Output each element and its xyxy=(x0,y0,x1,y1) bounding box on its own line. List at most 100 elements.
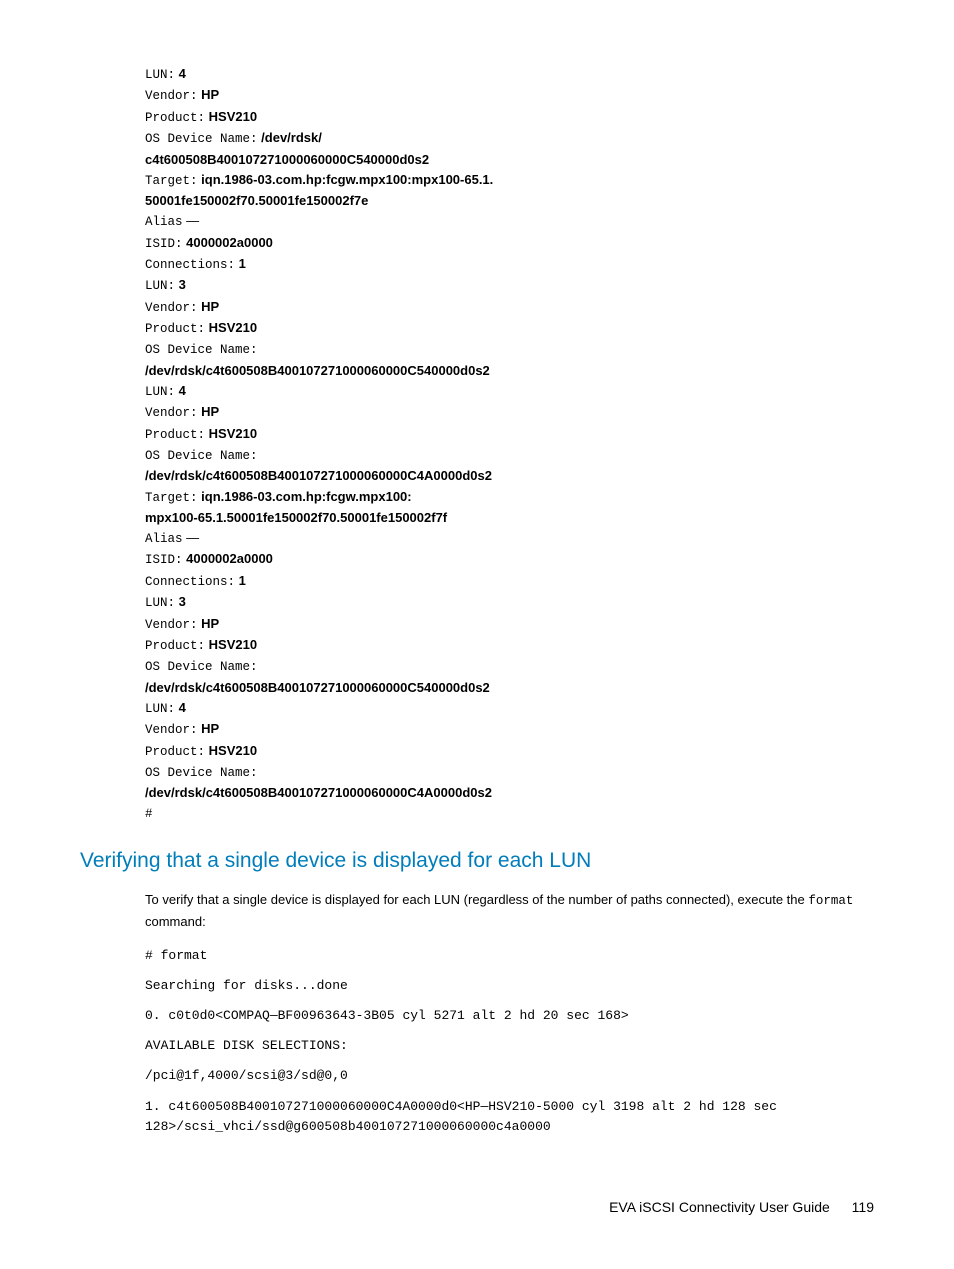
listing-line: Vendor: HP xyxy=(145,85,874,106)
listing-line: Connections: 1 xyxy=(145,254,874,275)
listing-label: LUN: xyxy=(145,596,175,610)
page-footer: EVA iSCSI Connectivity User Guide 119 xyxy=(80,1197,874,1219)
listing-value: HSV210 xyxy=(209,743,257,758)
listing-label: OS Device Name: xyxy=(145,132,258,146)
listing-label: LUN: xyxy=(145,702,175,716)
listing-label: Alias xyxy=(145,215,183,229)
listing-value: HSV210 xyxy=(209,109,257,124)
listing-label: Product: xyxy=(145,322,205,336)
listing-value: HP xyxy=(201,299,219,314)
listing-line: /dev/rdsk/c4t600508B400107271000060000C4… xyxy=(145,466,874,486)
listing-line: /dev/rdsk/c4t600508B400107271000060000C5… xyxy=(145,678,874,698)
listing-value: /dev/rdsk/ xyxy=(261,130,322,145)
listing-value: 4 xyxy=(179,700,186,715)
listing-value: 4000002a0000 xyxy=(186,551,273,566)
listing-line: LUN: 3 xyxy=(145,275,874,296)
listing-label: Connections: xyxy=(145,575,235,589)
listing-label: ISID: xyxy=(145,553,183,567)
listing-value: iqn.1986-03.com.hp:fcgw.mpx100: xyxy=(201,489,411,504)
listing-line: Target: iqn.1986-03.com.hp:fcgw.mpx100: xyxy=(145,487,874,508)
listing-line: Product: HSV210 xyxy=(145,318,874,339)
para-pre: To verify that a single device is displa… xyxy=(145,892,808,907)
listing-value: HP xyxy=(201,87,219,102)
listing-line: 50001fe150002f70.50001fe150002f7e xyxy=(145,191,874,211)
listing-line: LUN: 4 xyxy=(145,698,874,719)
listing-label: Target: xyxy=(145,491,198,505)
listing-value: HSV210 xyxy=(209,426,257,441)
listing-line: OS Device Name: /dev/rdsk/ xyxy=(145,128,874,149)
listing-line: /dev/rdsk/c4t600508B400107271000060000C5… xyxy=(145,361,874,381)
listing-line: ISID: 4000002a0000 xyxy=(145,549,874,570)
listing-value: 4 xyxy=(179,66,186,81)
listing-line: OS Device Name: xyxy=(145,445,874,466)
listing-label: Product: xyxy=(145,428,205,442)
listing-label: Product: xyxy=(145,111,205,125)
listing-label: Product: xyxy=(145,639,205,653)
listing-label: Vendor: xyxy=(145,618,198,632)
listing-value: /dev/rdsk/c4t600508B400107271000060000C5… xyxy=(145,363,490,378)
code-line: AVAILABLE DISK SELECTIONS: xyxy=(145,1036,874,1056)
listing-label: # xyxy=(145,807,153,821)
code-line: Searching for disks...done xyxy=(145,976,874,996)
listing-label: ISID: xyxy=(145,237,183,251)
listing-label: OS Device Name: xyxy=(145,766,258,780)
listing-value: c4t600508B400107271000060000C540000d0s2 xyxy=(145,152,429,167)
listing-line: Product: HSV210 xyxy=(145,635,874,656)
listing-label: Product: xyxy=(145,745,205,759)
listing-line: OS Device Name: xyxy=(145,656,874,677)
listing-line: /dev/rdsk/c4t600508B400107271000060000C4… xyxy=(145,783,874,803)
format-output: # formatSearching for disks...done0. c0t… xyxy=(145,946,874,1137)
listing-line: Connections: 1 xyxy=(145,571,874,592)
listing-line: Vendor: HP xyxy=(145,297,874,318)
code-line: 1. c4t600508B400107271000060000C4A0000d0… xyxy=(145,1097,874,1137)
listing-label: Alias xyxy=(145,532,183,546)
listing-value: HP xyxy=(201,721,219,736)
listing-label: OS Device Name: xyxy=(145,449,258,463)
para-post: command: xyxy=(145,914,206,929)
listing-line: OS Device Name: xyxy=(145,762,874,783)
listing-label: Vendor: xyxy=(145,301,198,315)
listing-value: HP xyxy=(201,404,219,419)
section-paragraph: To verify that a single device is displa… xyxy=(145,890,874,932)
listing-line: LUN: 3 xyxy=(145,592,874,613)
listing-label: LUN: xyxy=(145,279,175,293)
listing-value: /dev/rdsk/c4t600508B400107271000060000C5… xyxy=(145,680,490,695)
listing-value: HP xyxy=(201,616,219,631)
listing-line: Alias — xyxy=(145,528,874,549)
listing-line: LUN: 4 xyxy=(145,381,874,402)
listing-line: c4t600508B400107271000060000C540000d0s2 xyxy=(145,150,874,170)
code-line: /pci@1f,4000/scsi@3/sd@0,0 xyxy=(145,1066,874,1086)
listing-value: iqn.1986-03.com.hp:fcgw.mpx100:mpx100-65… xyxy=(201,172,493,187)
listing-value: /dev/rdsk/c4t600508B400107271000060000C4… xyxy=(145,468,492,483)
listing-plain: — xyxy=(183,530,200,545)
listing-label: Target: xyxy=(145,174,198,188)
code-line: # format xyxy=(145,946,874,966)
listing-label: Vendor: xyxy=(145,89,198,103)
listing-label: Connections: xyxy=(145,258,235,272)
listing-line: Product: HSV210 xyxy=(145,107,874,128)
para-code: format xyxy=(808,894,853,908)
listing-line: Vendor: HP xyxy=(145,719,874,740)
listing-value: HSV210 xyxy=(209,320,257,335)
listing-value: 3 xyxy=(179,594,186,609)
listing-label: LUN: xyxy=(145,68,175,82)
footer-title: EVA iSCSI Connectivity User Guide xyxy=(609,1199,830,1215)
listing-value: /dev/rdsk/c4t600508B400107271000060000C4… xyxy=(145,785,492,800)
listing-line: Target: iqn.1986-03.com.hp:fcgw.mpx100:m… xyxy=(145,170,874,191)
listing-line: ISID: 4000002a0000 xyxy=(145,233,874,254)
listing-value: 1 xyxy=(239,256,246,271)
listing-value: 1 xyxy=(239,573,246,588)
listing-label: OS Device Name: xyxy=(145,660,258,674)
listing-line: Product: HSV210 xyxy=(145,424,874,445)
listing-line: Vendor: HP xyxy=(145,402,874,423)
listing-value: 3 xyxy=(179,277,186,292)
listing-value: mpx100-65.1.50001fe150002f70.50001fe1500… xyxy=(145,510,447,525)
section-heading: Verifying that a single device is displa… xyxy=(80,845,874,878)
listing-value: 4 xyxy=(179,383,186,398)
listing-line: OS Device Name: xyxy=(145,339,874,360)
footer-page-number: 119 xyxy=(852,1199,874,1215)
listing-value: 4000002a0000 xyxy=(186,235,273,250)
listing-value: 50001fe150002f70.50001fe150002f7e xyxy=(145,193,368,208)
listing-line: Product: HSV210 xyxy=(145,741,874,762)
listing-label: Vendor: xyxy=(145,406,198,420)
